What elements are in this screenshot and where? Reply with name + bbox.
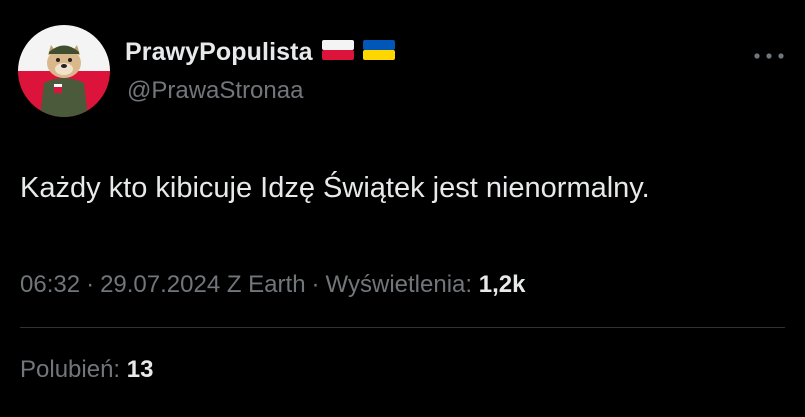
author-name-row: PrawyPopulista: [125, 36, 395, 68]
tweet-text: Każdy kto kibicuje Idzę Świątek jest nie…: [20, 172, 650, 204]
author-handle[interactable]: @PrawaStronaa: [127, 77, 303, 105]
dog-soldier-avatar-icon: [18, 25, 110, 117]
tweet-meta: 06:32 · 29.07.2024 Z Earth · Wyświetlenia: 1…: [20, 271, 525, 299]
tweet-card: PrawyPopulista @PrawaStronaa Każdy kto k…: [0, 0, 805, 417]
more-dots-icon[interactable]: [752, 48, 786, 59]
poland-flag-icon: [321, 39, 354, 65]
meta-separator: ·: [86, 271, 95, 298]
tweet-time[interactable]: 06:32: [20, 271, 80, 298]
divider: [20, 327, 785, 328]
meta-separator: ·: [311, 271, 320, 298]
ukraine-flag-icon: [362, 39, 395, 65]
views-count: 1,2k: [478, 271, 526, 298]
likes-count: 13: [126, 356, 154, 383]
likes-stat[interactable]: Polubień: 13: [20, 356, 153, 384]
tweet-date[interactable]: 29.07.2024 Z Earth: [100, 271, 305, 298]
likes-label: Polubień:: [20, 356, 121, 383]
author-display-name[interactable]: PrawyPopulista: [125, 38, 313, 67]
views-label: Wyświetlenia:: [325, 271, 473, 298]
avatar[interactable]: [18, 25, 110, 117]
